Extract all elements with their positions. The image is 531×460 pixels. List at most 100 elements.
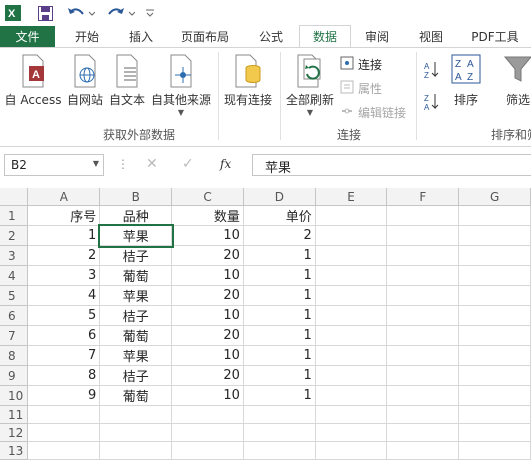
cell-a3[interactable]: 2 xyxy=(27,245,101,266)
cell-g11[interactable] xyxy=(458,405,531,424)
cell-f6[interactable] xyxy=(386,305,460,326)
cell-f12[interactable] xyxy=(386,423,460,442)
tab-home[interactable]: 开始 xyxy=(62,26,112,48)
undo-icon[interactable] xyxy=(66,3,96,23)
cell-d4[interactable]: 1 xyxy=(243,265,316,286)
cell-c8[interactable]: 10 xyxy=(171,345,244,366)
cell-d6[interactable]: 1 xyxy=(243,305,316,326)
cell-c3[interactable]: 20 xyxy=(171,245,244,266)
cell-c9[interactable]: 20 xyxy=(171,365,244,386)
row-header[interactable]: 12 xyxy=(0,423,29,442)
refresh-all-button[interactable]: 全部刷新 ▼ xyxy=(284,54,336,117)
row-header[interactable]: 7 xyxy=(0,325,29,346)
formula-input[interactable]: 苹果 xyxy=(252,154,531,176)
row-header[interactable]: 6 xyxy=(0,305,29,326)
cell-e5[interactable] xyxy=(315,285,388,306)
cell-f11[interactable] xyxy=(386,405,460,424)
cell-d9[interactable]: 1 xyxy=(243,365,316,386)
save-icon[interactable] xyxy=(36,3,54,23)
column-header-e[interactable]: E xyxy=(315,188,388,206)
from-other-sources-button[interactable]: 自其他来源 ▼ xyxy=(148,54,214,117)
cell-a9[interactable]: 8 xyxy=(27,365,101,386)
cell-g10[interactable] xyxy=(458,385,531,406)
cell-b9[interactable]: 桔子 xyxy=(99,365,173,386)
cell-e9[interactable] xyxy=(315,365,388,386)
tab-data[interactable]: 数据 xyxy=(299,25,351,49)
cell-d10[interactable]: 1 xyxy=(243,385,316,406)
cell-e10[interactable] xyxy=(315,385,388,406)
cell-b11[interactable] xyxy=(99,405,173,424)
customize-qat-icon[interactable] xyxy=(144,3,156,23)
from-access-button[interactable]: A 自 Access xyxy=(2,54,64,108)
sort-az-icon[interactable]: AZ xyxy=(424,60,440,83)
cell-c5[interactable]: 20 xyxy=(171,285,244,306)
column-header-c[interactable]: C xyxy=(171,188,244,206)
cell-g6[interactable] xyxy=(458,305,531,326)
tab-file[interactable]: 文件 xyxy=(0,26,55,48)
cell-g3[interactable] xyxy=(458,245,531,266)
cell-g4[interactable] xyxy=(458,265,531,286)
cell-e7[interactable] xyxy=(315,325,388,346)
cell-a2[interactable]: 1 xyxy=(27,225,101,246)
cell-g7[interactable] xyxy=(458,325,531,346)
cell-e12[interactable] xyxy=(315,423,388,442)
enter-icon[interactable]: ✓ xyxy=(182,156,200,172)
cell-d5[interactable]: 1 xyxy=(243,285,316,306)
cell-g12[interactable] xyxy=(458,423,531,442)
cell-a11[interactable] xyxy=(27,405,101,424)
row-header[interactable]: 10 xyxy=(0,385,29,406)
tab-review[interactable]: 审阅 xyxy=(352,26,402,48)
cell-c12[interactable] xyxy=(171,423,244,442)
cell-e11[interactable] xyxy=(315,405,388,424)
cell-d1[interactable]: 单价 xyxy=(243,205,316,226)
cell-f1[interactable] xyxy=(386,205,460,226)
tab-formulas[interactable]: 公式 xyxy=(246,26,296,48)
cell-e1[interactable] xyxy=(315,205,388,226)
cell-d2[interactable]: 2 xyxy=(243,225,316,246)
cell-f10[interactable] xyxy=(386,385,460,406)
tab-view[interactable]: 视图 xyxy=(406,26,456,48)
cell-d11[interactable] xyxy=(243,405,316,424)
cell-c2[interactable]: 10 xyxy=(171,225,244,246)
cell-g1[interactable] xyxy=(458,205,531,226)
cell-f5[interactable] xyxy=(386,285,460,306)
insert-function-icon[interactable]: fx xyxy=(220,157,240,171)
cell-f3[interactable] xyxy=(386,245,460,266)
cell-e6[interactable] xyxy=(315,305,388,326)
cell-e2[interactable] xyxy=(315,225,388,246)
cell-b13[interactable] xyxy=(99,441,173,460)
connections-button[interactable]: 连接 xyxy=(340,56,382,73)
select-all-corner[interactable] xyxy=(0,188,29,206)
cell-b3[interactable]: 桔子 xyxy=(99,245,173,266)
column-header-g[interactable]: G xyxy=(458,188,531,206)
cell-g5[interactable] xyxy=(458,285,531,306)
cell-b1[interactable]: 品种 xyxy=(99,205,173,226)
chevron-down-icon[interactable]: ▼ xyxy=(93,159,99,168)
cell-d7[interactable]: 1 xyxy=(243,325,316,346)
redo-icon[interactable] xyxy=(106,3,136,23)
row-header[interactable]: 13 xyxy=(0,441,29,460)
cell-b10[interactable]: 葡萄 xyxy=(99,385,173,406)
column-header-b[interactable]: B xyxy=(99,188,173,206)
tab-insert[interactable]: 插入 xyxy=(116,26,166,48)
cell-c13[interactable] xyxy=(171,441,244,460)
row-header[interactable]: 11 xyxy=(0,405,29,424)
from-web-button[interactable]: 自网站 xyxy=(65,54,105,108)
name-box[interactable]: B2 ▼ xyxy=(4,154,104,176)
cell-e8[interactable] xyxy=(315,345,388,366)
cell-a7[interactable]: 6 xyxy=(27,325,101,346)
cell-a12[interactable] xyxy=(27,423,101,442)
cell-f2[interactable] xyxy=(386,225,460,246)
cell-c6[interactable]: 10 xyxy=(171,305,244,326)
cell-f4[interactable] xyxy=(386,265,460,286)
cell-d3[interactable]: 1 xyxy=(243,245,316,266)
column-header-a[interactable]: A xyxy=(27,188,101,206)
cell-a13[interactable] xyxy=(27,441,101,460)
cell-a8[interactable]: 7 xyxy=(27,345,101,366)
row-header[interactable]: 8 xyxy=(0,345,29,366)
cell-b2[interactable]: 苹果 xyxy=(97,223,174,248)
cell-e13[interactable] xyxy=(315,441,388,460)
cell-c10[interactable]: 10 xyxy=(171,385,244,406)
cell-g9[interactable] xyxy=(458,365,531,386)
row-header[interactable]: 2 xyxy=(0,225,29,246)
